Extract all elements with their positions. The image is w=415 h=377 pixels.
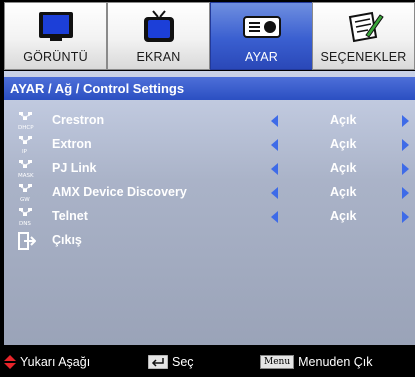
- left-arrow-icon[interactable]: [271, 115, 278, 127]
- right-arrow-icon[interactable]: [402, 163, 409, 175]
- setting-label: PJ Link: [52, 161, 97, 175]
- setting-label: Extron: [52, 137, 92, 151]
- tab-label: SEÇENEKLER: [320, 50, 407, 64]
- exit-label: Çıkış: [52, 233, 82, 247]
- exit-icon: [18, 231, 37, 251]
- left-arrow-icon[interactable]: [271, 187, 278, 199]
- setting-label: AMX Device Discovery: [52, 185, 187, 199]
- tab-bar: GÖRÜNTÜ EKRAN AYAR SEÇENEKLER: [4, 2, 415, 70]
- svg-text:DHCP: DHCP: [18, 125, 34, 131]
- footer-exit-hint: Menu Menuden Çık: [260, 355, 373, 369]
- monitor-icon: [5, 7, 106, 47]
- tab-secenekler[interactable]: SEÇENEKLER: [312, 2, 415, 70]
- footer-select-hint: Seç: [148, 355, 194, 369]
- svg-text:DNS: DNS: [19, 221, 31, 227]
- left-arrow-icon[interactable]: [271, 211, 278, 223]
- settings-panel: AYAR / Ağ / Control Settings DHCP Crestr…: [4, 71, 415, 345]
- network-dhcp-icon: DHCP: [18, 111, 36, 131]
- right-arrow-icon[interactable]: [402, 211, 409, 223]
- osd-menu: GÖRÜNTÜ EKRAN AYAR SEÇENEKLER AYAR / Ağ …: [0, 0, 415, 377]
- tab-goruntu[interactable]: GÖRÜNTÜ: [4, 2, 107, 70]
- right-arrow-icon[interactable]: [402, 187, 409, 199]
- setting-label: Telnet: [52, 209, 88, 223]
- tab-label: AYAR: [245, 50, 278, 64]
- svg-text:GW: GW: [20, 197, 30, 203]
- svg-text:MASK: MASK: [18, 173, 34, 179]
- tab-label: EKRAN: [136, 50, 181, 64]
- up-down-arrow-icon: [4, 355, 16, 369]
- footer-nav-label: Yukarı Aşağı: [20, 355, 91, 369]
- setting-value: Açık: [330, 185, 357, 199]
- setting-row-crestron[interactable]: DHCP Crestron Açık: [4, 109, 415, 133]
- tab-ayar[interactable]: AYAR: [210, 2, 313, 70]
- network-mask-icon: MASK: [18, 159, 36, 179]
- setting-value: Açık: [330, 113, 357, 127]
- projector-icon: [211, 7, 312, 47]
- setting-row-amx[interactable]: GW AMX Device Discovery Açık: [4, 181, 415, 205]
- setting-row-extron[interactable]: IP Extron Açık: [4, 133, 415, 157]
- tab-ekran[interactable]: EKRAN: [107, 2, 210, 70]
- setting-row-pjlink[interactable]: MASK PJ Link Açık: [4, 157, 415, 181]
- setting-label: Crestron: [52, 113, 105, 127]
- network-dns-icon: DNS: [18, 207, 36, 227]
- exit-row[interactable]: Çıkış: [4, 229, 415, 253]
- setting-value: Açık: [330, 137, 357, 151]
- breadcrumb: AYAR / Ağ / Control Settings: [4, 77, 415, 100]
- right-arrow-icon[interactable]: [402, 115, 409, 127]
- footer-nav-hint: Yukarı Aşağı: [4, 355, 90, 369]
- footer-select-label: Seç: [172, 355, 194, 369]
- network-ip-icon: IP: [18, 135, 36, 155]
- footer-exit-label: Menuden Çık: [298, 355, 373, 369]
- notepad-pencil-icon: [313, 7, 414, 47]
- tab-label: GÖRÜNTÜ: [23, 50, 88, 64]
- right-arrow-icon[interactable]: [402, 139, 409, 151]
- tv-icon: [108, 7, 209, 47]
- setting-value: Açık: [330, 161, 357, 175]
- svg-text:IP: IP: [22, 149, 28, 155]
- setting-row-telnet[interactable]: DNS Telnet Açık: [4, 205, 415, 229]
- left-arrow-icon[interactable]: [271, 163, 278, 175]
- menu-key-icon: Menu: [260, 355, 295, 369]
- enter-key-icon: [148, 355, 168, 369]
- network-gw-icon: GW: [18, 183, 36, 203]
- setting-value: Açık: [330, 209, 357, 223]
- footer-bar: Yukarı Aşağı Seç Menu Menuden Çık: [0, 347, 415, 377]
- left-arrow-icon[interactable]: [271, 139, 278, 151]
